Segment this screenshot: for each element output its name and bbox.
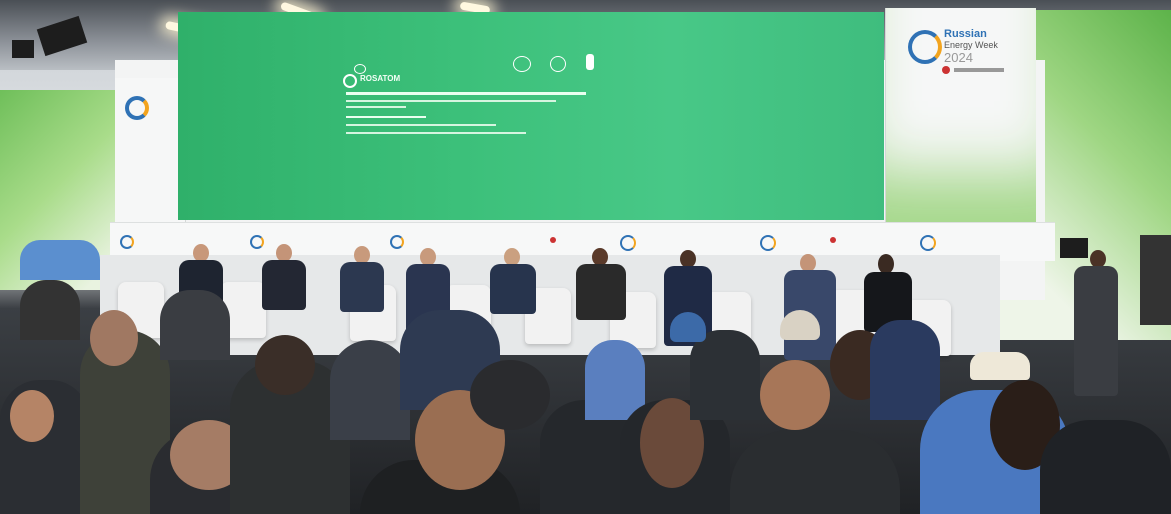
audience-member xyxy=(730,430,900,514)
left-event-panel xyxy=(115,78,186,228)
audience-member-head xyxy=(760,360,830,430)
conference-photo: Russian Energy Week 2024 ROSATOM xyxy=(0,0,1171,514)
audience-member-cap xyxy=(970,352,1030,380)
event-logo-icon xyxy=(120,235,134,249)
camera-rig xyxy=(1140,235,1171,325)
rosatom-logo-icon xyxy=(343,74,357,88)
audience-member-head xyxy=(470,360,550,430)
audience-member xyxy=(330,340,410,440)
event-logo-icon xyxy=(908,30,942,64)
partner-logo-icon xyxy=(550,237,556,243)
audience-member-headwrap xyxy=(670,312,706,342)
led-screen: ROSATOM xyxy=(178,12,884,220)
audience-member-head xyxy=(10,390,54,442)
video-camera xyxy=(1060,238,1088,258)
event-logo-icon xyxy=(760,235,776,251)
partner-logo-icon xyxy=(830,237,836,243)
screen-text-line xyxy=(346,106,406,108)
event-name-line1: Russian xyxy=(944,28,987,40)
audience-member xyxy=(160,290,230,360)
audience-member xyxy=(1040,420,1171,514)
screen-brand: ROSATOM xyxy=(360,74,401,83)
event-logo-icon xyxy=(250,235,264,249)
audience-member xyxy=(690,330,760,420)
event-year: 2024 xyxy=(944,50,973,65)
audience-member xyxy=(20,240,100,280)
audience-member-head xyxy=(90,310,138,366)
event-logo-icon xyxy=(390,235,404,249)
screen-text-line xyxy=(346,100,556,102)
event-logo-icon xyxy=(620,235,636,251)
screen-text-line xyxy=(346,124,496,126)
event-logo-icon xyxy=(920,235,936,251)
audience-member xyxy=(585,340,645,420)
screen-logo-icon xyxy=(354,64,366,74)
screen-emblem-icon xyxy=(550,56,566,72)
ceiling-speaker xyxy=(12,40,34,58)
screen-emblem-icon xyxy=(586,54,594,70)
screen-text-line xyxy=(346,92,586,95)
event-logo-icon xyxy=(125,96,149,120)
right-event-panel: Russian Energy Week 2024 xyxy=(885,8,1036,223)
screen-text-line xyxy=(346,132,526,134)
partner-text xyxy=(954,68,1004,72)
audience-member-head xyxy=(255,335,315,395)
audience-member xyxy=(870,320,940,420)
screen-text-line xyxy=(346,116,426,118)
screen-emblem-icon xyxy=(513,56,531,72)
event-name-line2: Energy Week xyxy=(944,40,998,50)
audience-member xyxy=(20,280,80,340)
partner-logo-icon xyxy=(942,66,950,74)
